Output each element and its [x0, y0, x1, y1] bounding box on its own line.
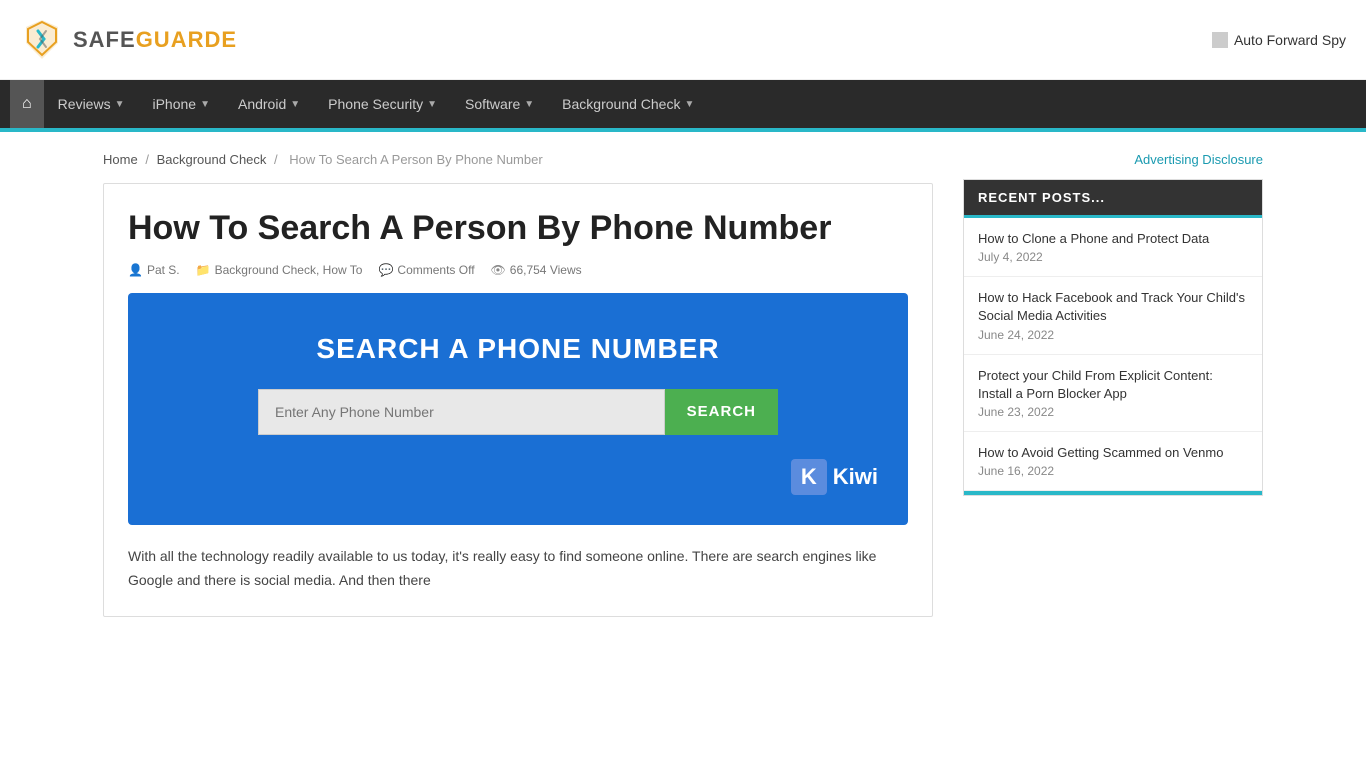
nav-iphone-label: iPhone: [152, 96, 196, 112]
background-check-arrow-icon: ▼: [684, 99, 694, 110]
recent-post-item-4[interactable]: How to Avoid Getting Scammed on Venmo Ju…: [964, 432, 1262, 491]
home-icon: ⌂: [22, 95, 32, 113]
article-intro: With all the technology readily availabl…: [128, 545, 908, 593]
article-meta: 👤 Pat S. 📁 Background Check, How To 💬 Co…: [128, 263, 908, 277]
meta-views: 👁 66,754 Views: [491, 263, 582, 277]
meta-views-text: 66,754 Views: [510, 263, 582, 277]
sidebar: Advertising Disclosure RECENT POSTS... H…: [963, 152, 1263, 617]
breadcrumb-home[interactable]: Home: [103, 152, 138, 167]
nav-software[interactable]: Software ▼: [451, 80, 548, 128]
page-layout: Home / Background Check / How To Search …: [83, 132, 1283, 637]
article-box: How To Search A Person By Phone Number 👤…: [103, 183, 933, 617]
nav-android-label: Android: [238, 96, 286, 112]
breadcrumb: Home / Background Check / How To Search …: [103, 152, 933, 167]
nav-reviews[interactable]: Reviews ▼: [44, 80, 139, 128]
meta-categories-text: Background Check, How To: [215, 263, 363, 277]
ad-image: [1212, 32, 1228, 48]
meta-comments: 💬 Comments Off: [378, 263, 474, 277]
android-arrow-icon: ▼: [290, 99, 300, 110]
recent-post-title-4: How to Avoid Getting Scammed on Venmo: [978, 444, 1248, 462]
main-content: Home / Background Check / How To Search …: [103, 152, 933, 617]
views-icon: 👁: [491, 263, 506, 277]
recent-posts-box: RECENT POSTS... How to Clone a Phone and…: [963, 179, 1263, 496]
comment-icon: 💬: [378, 263, 393, 277]
category-icon: 📁: [196, 263, 211, 277]
nav-android[interactable]: Android ▼: [224, 80, 314, 128]
nav-background-check-label: Background Check: [562, 96, 680, 112]
logo-icon: [20, 17, 65, 62]
nav-software-label: Software: [465, 96, 520, 112]
nav-background-check[interactable]: Background Check ▼: [548, 80, 708, 128]
kiwi-label: Kiwi: [833, 464, 878, 490]
recent-post-date-4: June 16, 2022: [978, 464, 1248, 478]
search-row: SEARCH: [258, 389, 778, 435]
search-banner-title: SEARCH A PHONE NUMBER: [158, 333, 878, 365]
breadcrumb-current: How To Search A Person By Phone Number: [289, 152, 542, 167]
recent-post-title-2: How to Hack Facebook and Track Your Chil…: [978, 289, 1248, 325]
logo-area[interactable]: SAFEGUARDE: [20, 17, 237, 62]
nav-home[interactable]: ⌂: [10, 80, 44, 128]
site-header: SAFEGUARDE Auto Forward Spy: [0, 0, 1366, 80]
breadcrumb-background-check[interactable]: Background Check: [157, 152, 267, 167]
advertising-disclosure-link[interactable]: Advertising Disclosure: [963, 152, 1263, 167]
recent-post-title-1: How to Clone a Phone and Protect Data: [978, 230, 1248, 248]
nav-phone-security-label: Phone Security: [328, 96, 423, 112]
author-icon: 👤: [128, 263, 143, 277]
logo-text: SAFEGUARDE: [73, 27, 237, 53]
phone-security-arrow-icon: ▼: [427, 99, 437, 110]
search-banner: SEARCH A PHONE NUMBER SEARCH K Kiwi: [128, 293, 908, 525]
recent-posts-header: RECENT POSTS...: [964, 180, 1262, 218]
search-button[interactable]: SEARCH: [665, 389, 778, 435]
kiwi-branding: K Kiwi: [158, 459, 878, 495]
kiwi-logo: K Kiwi: [791, 459, 878, 495]
navbar: ⌂ Reviews ▼ iPhone ▼ Android ▼ Phone Sec…: [0, 80, 1366, 128]
phone-search-input[interactable]: [258, 389, 665, 435]
nav-phone-security[interactable]: Phone Security ▼: [314, 80, 451, 128]
recent-post-title-3: Protect your Child From Explicit Content…: [978, 367, 1248, 403]
nav-reviews-label: Reviews: [58, 96, 111, 112]
article-title: How To Search A Person By Phone Number: [128, 208, 908, 249]
breadcrumb-sep2: /: [274, 152, 278, 167]
software-arrow-icon: ▼: [524, 99, 534, 110]
kiwi-k-icon: K: [791, 459, 827, 495]
recent-post-item-1[interactable]: How to Clone a Phone and Protect Data Ju…: [964, 218, 1262, 277]
recent-post-date-3: June 23, 2022: [978, 405, 1248, 419]
meta-author-name: Pat S.: [147, 263, 180, 277]
recent-post-date-1: July 4, 2022: [978, 250, 1248, 264]
header-ad: Auto Forward Spy: [1212, 32, 1346, 48]
recent-post-item-3[interactable]: Protect your Child From Explicit Content…: [964, 355, 1262, 432]
reviews-arrow-icon: ▼: [115, 99, 125, 110]
recent-post-item-2[interactable]: How to Hack Facebook and Track Your Chil…: [964, 277, 1262, 354]
nav-iphone[interactable]: iPhone ▼: [138, 80, 224, 128]
breadcrumb-sep1: /: [145, 152, 149, 167]
iphone-arrow-icon: ▼: [200, 99, 210, 110]
article-body: With all the technology readily availabl…: [128, 545, 908, 593]
ad-text: Auto Forward Spy: [1234, 32, 1346, 48]
meta-categories: 📁 Background Check, How To: [196, 263, 363, 277]
sidebar-bottom-accent: [964, 491, 1262, 495]
recent-post-date-2: June 24, 2022: [978, 328, 1248, 342]
meta-comments-text: Comments Off: [397, 263, 474, 277]
meta-author: 👤 Pat S.: [128, 263, 180, 277]
